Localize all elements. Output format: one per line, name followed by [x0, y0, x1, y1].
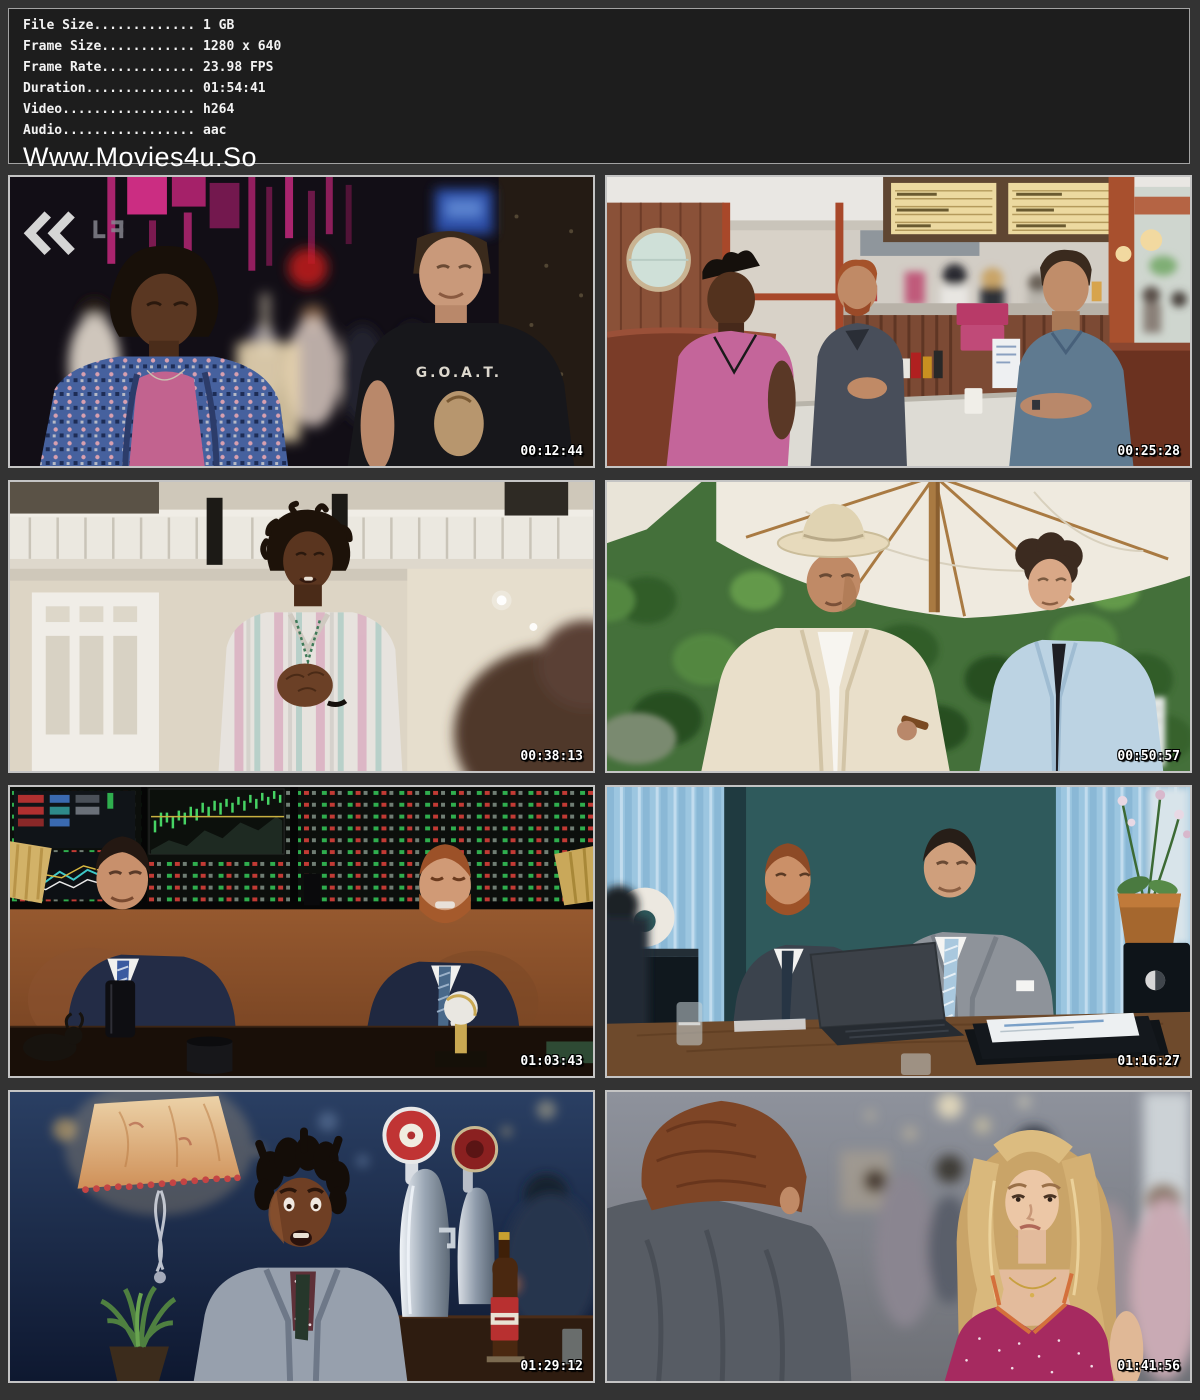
timestamp-overlay: 00:50:57	[1117, 749, 1180, 764]
scene-bar-night	[10, 1092, 593, 1381]
goat-shirt-text: G.O.A.T.	[416, 365, 502, 381]
file-info-line-size: File Size............. 1 GB	[23, 15, 1189, 36]
screenshot-thumb-6: 01:16:27	[605, 785, 1192, 1078]
scene-conference-room	[607, 787, 1190, 1076]
candlestick-chart-screen	[149, 789, 284, 854]
timestamp-overlay: 01:41:56	[1117, 1359, 1180, 1374]
scene-trading-office	[10, 787, 593, 1076]
timestamp-overlay: 01:03:43	[520, 1054, 583, 1069]
screenshot-thumb-4: 00:50:57	[605, 480, 1192, 773]
screenshot-grid: G.O.A.T. 00:12:44	[8, 175, 1192, 1383]
scene-garden-party	[607, 482, 1190, 771]
watermark-text: Www.Movies4u.So	[23, 142, 1189, 172]
scene-party	[607, 1092, 1190, 1381]
screenshot-thumb-8: 01:41:56	[605, 1090, 1192, 1383]
scene-loft	[10, 482, 593, 771]
white-door	[32, 592, 159, 771]
timestamp-overlay: 00:12:44	[520, 444, 583, 459]
timestamp-overlay: 00:25:28	[1117, 444, 1180, 459]
scene-nightclub: G.O.A.T.	[10, 177, 593, 466]
scene-diner	[607, 177, 1190, 466]
timestamp-overlay: 00:38:13	[520, 749, 583, 764]
file-info-panel: File Size............. 1 GB Frame Size..…	[8, 8, 1190, 164]
screenshot-thumb-2: 00:25:28	[605, 175, 1192, 468]
screenshot-thumb-3: 00:38:13	[8, 480, 595, 773]
timestamp-overlay: 01:29:12	[520, 1359, 583, 1374]
file-info-line-audio: Audio................. aac	[23, 120, 1189, 141]
screenshot-thumb-1: G.O.A.T. 00:12:44	[8, 175, 595, 468]
file-info-line-frame: Frame Size............ 1280 x 640	[23, 36, 1189, 57]
file-info-line-duration: Duration.............. 01:54:41	[23, 78, 1189, 99]
file-info-line-video: Video................. h264	[23, 99, 1189, 120]
menu-boards	[883, 177, 1123, 242]
file-info-line-rate: Frame Rate............ 23.98 FPS	[23, 57, 1189, 78]
timestamp-overlay: 01:16:27	[1117, 1054, 1180, 1069]
screenshot-thumb-5: 01:03:43	[8, 785, 595, 1078]
monitor	[1123, 943, 1190, 1022]
screenshot-thumb-7: 01:29:12	[8, 1090, 595, 1383]
